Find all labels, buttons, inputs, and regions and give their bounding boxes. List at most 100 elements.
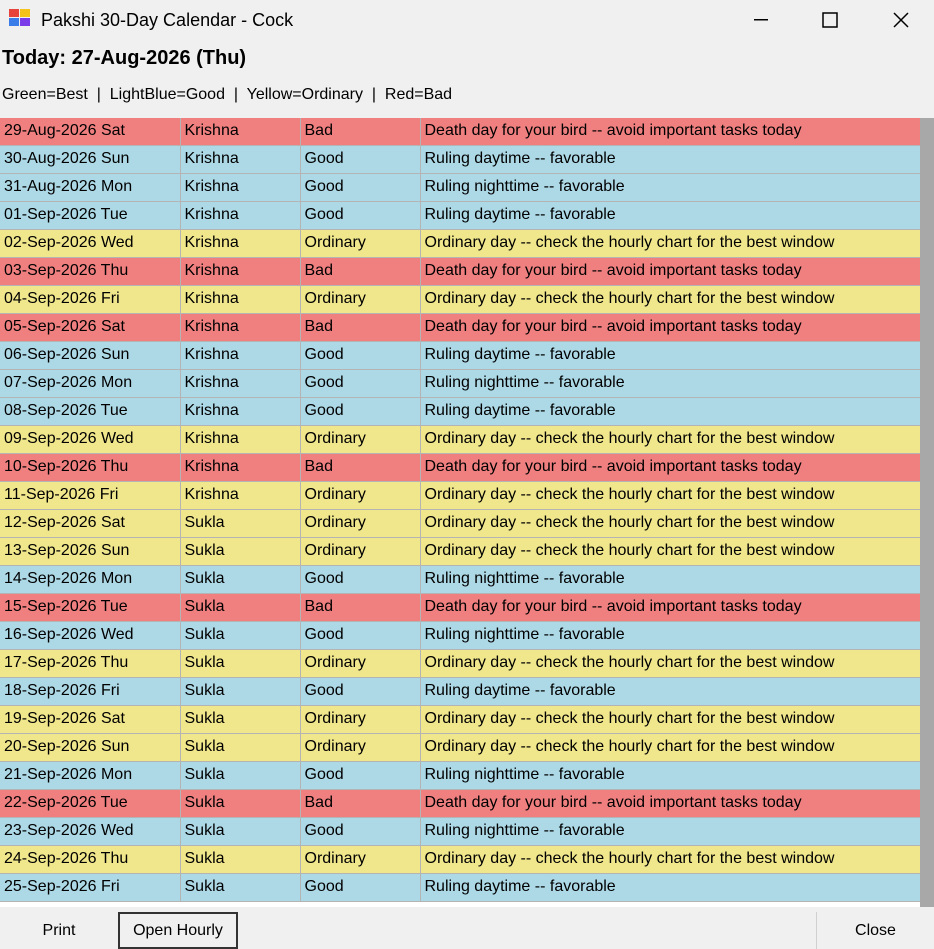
- date-cell[interactable]: 30-Aug-2026 Sun: [0, 145, 181, 174]
- note-cell[interactable]: Ordinary day -- check the hourly chart f…: [420, 537, 920, 566]
- rating-cell[interactable]: Bad: [300, 789, 421, 818]
- paksha-cell[interactable]: Sukla: [180, 733, 301, 762]
- date-cell[interactable]: 09-Sep-2026 Wed: [0, 425, 181, 454]
- date-cell[interactable]: 12-Sep-2026 Sat: [0, 509, 181, 538]
- rating-cell[interactable]: Ordinary: [300, 705, 421, 734]
- date-cell[interactable]: 02-Sep-2026 Wed: [0, 229, 181, 258]
- rating-cell[interactable]: Good: [300, 369, 421, 398]
- note-cell[interactable]: Ruling nighttime -- favorable: [420, 565, 920, 594]
- paksha-cell[interactable]: Sukla: [180, 789, 301, 818]
- date-cell[interactable]: 13-Sep-2026 Sun: [0, 537, 181, 566]
- maximize-button[interactable]: [807, 0, 853, 40]
- paksha-cell[interactable]: Sukla: [180, 873, 301, 902]
- note-cell[interactable]: Ruling daytime -- favorable: [420, 201, 920, 230]
- calendar-grid[interactable]: 29-Aug-2026 Sat Krishna Bad Death day for y…: [0, 118, 920, 907]
- date-cell[interactable]: 06-Sep-2026 Sun: [0, 341, 181, 370]
- rating-cell[interactable]: Ordinary: [300, 845, 421, 874]
- close-window-button[interactable]: [878, 0, 924, 40]
- note-cell[interactable]: Ordinary day -- check the hourly chart f…: [420, 509, 920, 538]
- note-cell[interactable]: Ordinary day -- check the hourly chart f…: [420, 425, 920, 454]
- rating-cell[interactable]: Ordinary: [300, 229, 421, 258]
- table-row[interactable]: 16-Sep-2026 Wed Sukla Good Ruling nighttime…: [0, 621, 920, 650]
- date-cell[interactable]: 22-Sep-2026 Tue: [0, 789, 181, 818]
- rating-cell[interactable]: Good: [300, 341, 421, 370]
- date-cell[interactable]: 25-Sep-2026 Fri: [0, 873, 181, 902]
- rating-cell[interactable]: Good: [300, 817, 421, 846]
- note-cell[interactable]: Ordinary day -- check the hourly chart f…: [420, 733, 920, 762]
- note-cell[interactable]: Death day for your bird -- avoid importa…: [420, 453, 920, 482]
- table-row[interactable]: 05-Sep-2026 Sat Krishna Bad Death day for y…: [0, 313, 920, 342]
- paksha-cell[interactable]: Krishna: [180, 285, 301, 314]
- date-cell[interactable]: 01-Sep-2026 Tue: [0, 201, 181, 230]
- paksha-cell[interactable]: Sukla: [180, 593, 301, 622]
- table-row[interactable]: 17-Sep-2026 Thu Sukla Ordinary Ordinary day…: [0, 649, 920, 678]
- table-row[interactable]: 09-Sep-2026 Wed Krishna Ordinary Ordinary d…: [0, 425, 920, 454]
- date-cell[interactable]: 24-Sep-2026 Thu: [0, 845, 181, 874]
- table-row[interactable]: 21-Sep-2026 Mon Sukla Good Ruling nighttime…: [0, 761, 920, 790]
- date-cell[interactable]: 04-Sep-2026 Fri: [0, 285, 181, 314]
- table-row[interactable]: 01-Sep-2026 Tue Krishna Good Ruling daytime…: [0, 201, 920, 230]
- note-cell[interactable]: Death day for your bird -- avoid importa…: [420, 257, 920, 286]
- rating-cell[interactable]: Bad: [300, 257, 421, 286]
- note-cell[interactable]: Ordinary day -- check the hourly chart f…: [420, 649, 920, 678]
- rating-cell[interactable]: Ordinary: [300, 509, 421, 538]
- note-cell[interactable]: Ruling daytime -- favorable: [420, 397, 920, 426]
- table-row[interactable]: 23-Sep-2026 Wed Sukla Good Ruling nighttime…: [0, 817, 920, 846]
- rating-cell[interactable]: Ordinary: [300, 649, 421, 678]
- table-row[interactable]: 11-Sep-2026 Fri Krishna Ordinary Ordinary d…: [0, 481, 920, 510]
- note-cell[interactable]: Death day for your bird -- avoid importa…: [420, 593, 920, 622]
- paksha-cell[interactable]: Sukla: [180, 565, 301, 594]
- print-button[interactable]: Print: [0, 912, 118, 949]
- paksha-cell[interactable]: Sukla: [180, 705, 301, 734]
- date-cell[interactable]: 20-Sep-2026 Sun: [0, 733, 181, 762]
- paksha-cell[interactable]: Sukla: [180, 817, 301, 846]
- rating-cell[interactable]: Ordinary: [300, 285, 421, 314]
- vertical-scrollbar[interactable]: [920, 118, 934, 907]
- paksha-cell[interactable]: Krishna: [180, 397, 301, 426]
- date-cell[interactable]: 17-Sep-2026 Thu: [0, 649, 181, 678]
- date-cell[interactable]: 29-Aug-2026 Sat: [0, 118, 181, 146]
- minimize-button[interactable]: [738, 0, 784, 40]
- paksha-cell[interactable]: Krishna: [180, 201, 301, 230]
- note-cell[interactable]: Ordinary day -- check the hourly chart f…: [420, 481, 920, 510]
- table-row[interactable]: 03-Sep-2026 Thu Krishna Bad Death day for y…: [0, 257, 920, 286]
- note-cell[interactable]: Ruling nighttime -- favorable: [420, 621, 920, 650]
- note-cell[interactable]: Ruling daytime -- favorable: [420, 341, 920, 370]
- date-cell[interactable]: 11-Sep-2026 Fri: [0, 481, 181, 510]
- date-cell[interactable]: 15-Sep-2026 Tue: [0, 593, 181, 622]
- rating-cell[interactable]: Good: [300, 873, 421, 902]
- table-row[interactable]: 06-Sep-2026 Sun Krishna Good Ruling daytime…: [0, 341, 920, 370]
- date-cell[interactable]: 31-Aug-2026 Mon: [0, 173, 181, 202]
- date-cell[interactable]: 23-Sep-2026 Wed: [0, 817, 181, 846]
- paksha-cell[interactable]: Krishna: [180, 425, 301, 454]
- date-cell[interactable]: 08-Sep-2026 Tue: [0, 397, 181, 426]
- table-row[interactable]: 07-Sep-2026 Mon Krishna Good Ruling nightti…: [0, 369, 920, 398]
- date-cell[interactable]: 18-Sep-2026 Fri: [0, 677, 181, 706]
- table-row[interactable]: 13-Sep-2026 Sun Sukla Ordinary Ordinary day…: [0, 537, 920, 566]
- paksha-cell[interactable]: Krishna: [180, 341, 301, 370]
- rating-cell[interactable]: Bad: [300, 118, 421, 146]
- table-row[interactable]: 18-Sep-2026 Fri Sukla Good Ruling daytime -…: [0, 677, 920, 706]
- rating-cell[interactable]: Bad: [300, 453, 421, 482]
- rating-cell[interactable]: Good: [300, 173, 421, 202]
- note-cell[interactable]: Ruling nighttime -- favorable: [420, 173, 920, 202]
- table-row[interactable]: 22-Sep-2026 Tue Sukla Bad Death day for you…: [0, 789, 920, 818]
- table-row[interactable]: 12-Sep-2026 Sat Sukla Ordinary Ordinary day…: [0, 509, 920, 538]
- paksha-cell[interactable]: Krishna: [180, 118, 301, 146]
- rating-cell[interactable]: Good: [300, 761, 421, 790]
- paksha-cell[interactable]: Krishna: [180, 453, 301, 482]
- note-cell[interactable]: Death day for your bird -- avoid importa…: [420, 789, 920, 818]
- rating-cell[interactable]: Ordinary: [300, 425, 421, 454]
- table-row[interactable]: 25-Sep-2026 Fri Sukla Good Ruling daytime -…: [0, 873, 920, 902]
- table-row[interactable]: 04-Sep-2026 Fri Krishna Ordinary Ordinary d…: [0, 285, 920, 314]
- rating-cell[interactable]: Good: [300, 397, 421, 426]
- date-cell[interactable]: 21-Sep-2026 Mon: [0, 761, 181, 790]
- date-cell[interactable]: 07-Sep-2026 Mon: [0, 369, 181, 398]
- table-row[interactable]: 30-Aug-2026 Sun Krishna Good Ruling daytime…: [0, 145, 920, 174]
- rating-cell[interactable]: Good: [300, 677, 421, 706]
- rating-cell[interactable]: Good: [300, 201, 421, 230]
- table-row[interactable]: 24-Sep-2026 Thu Sukla Ordinary Ordinary day…: [0, 845, 920, 874]
- paksha-cell[interactable]: Krishna: [180, 173, 301, 202]
- paksha-cell[interactable]: Sukla: [180, 649, 301, 678]
- date-cell[interactable]: 19-Sep-2026 Sat: [0, 705, 181, 734]
